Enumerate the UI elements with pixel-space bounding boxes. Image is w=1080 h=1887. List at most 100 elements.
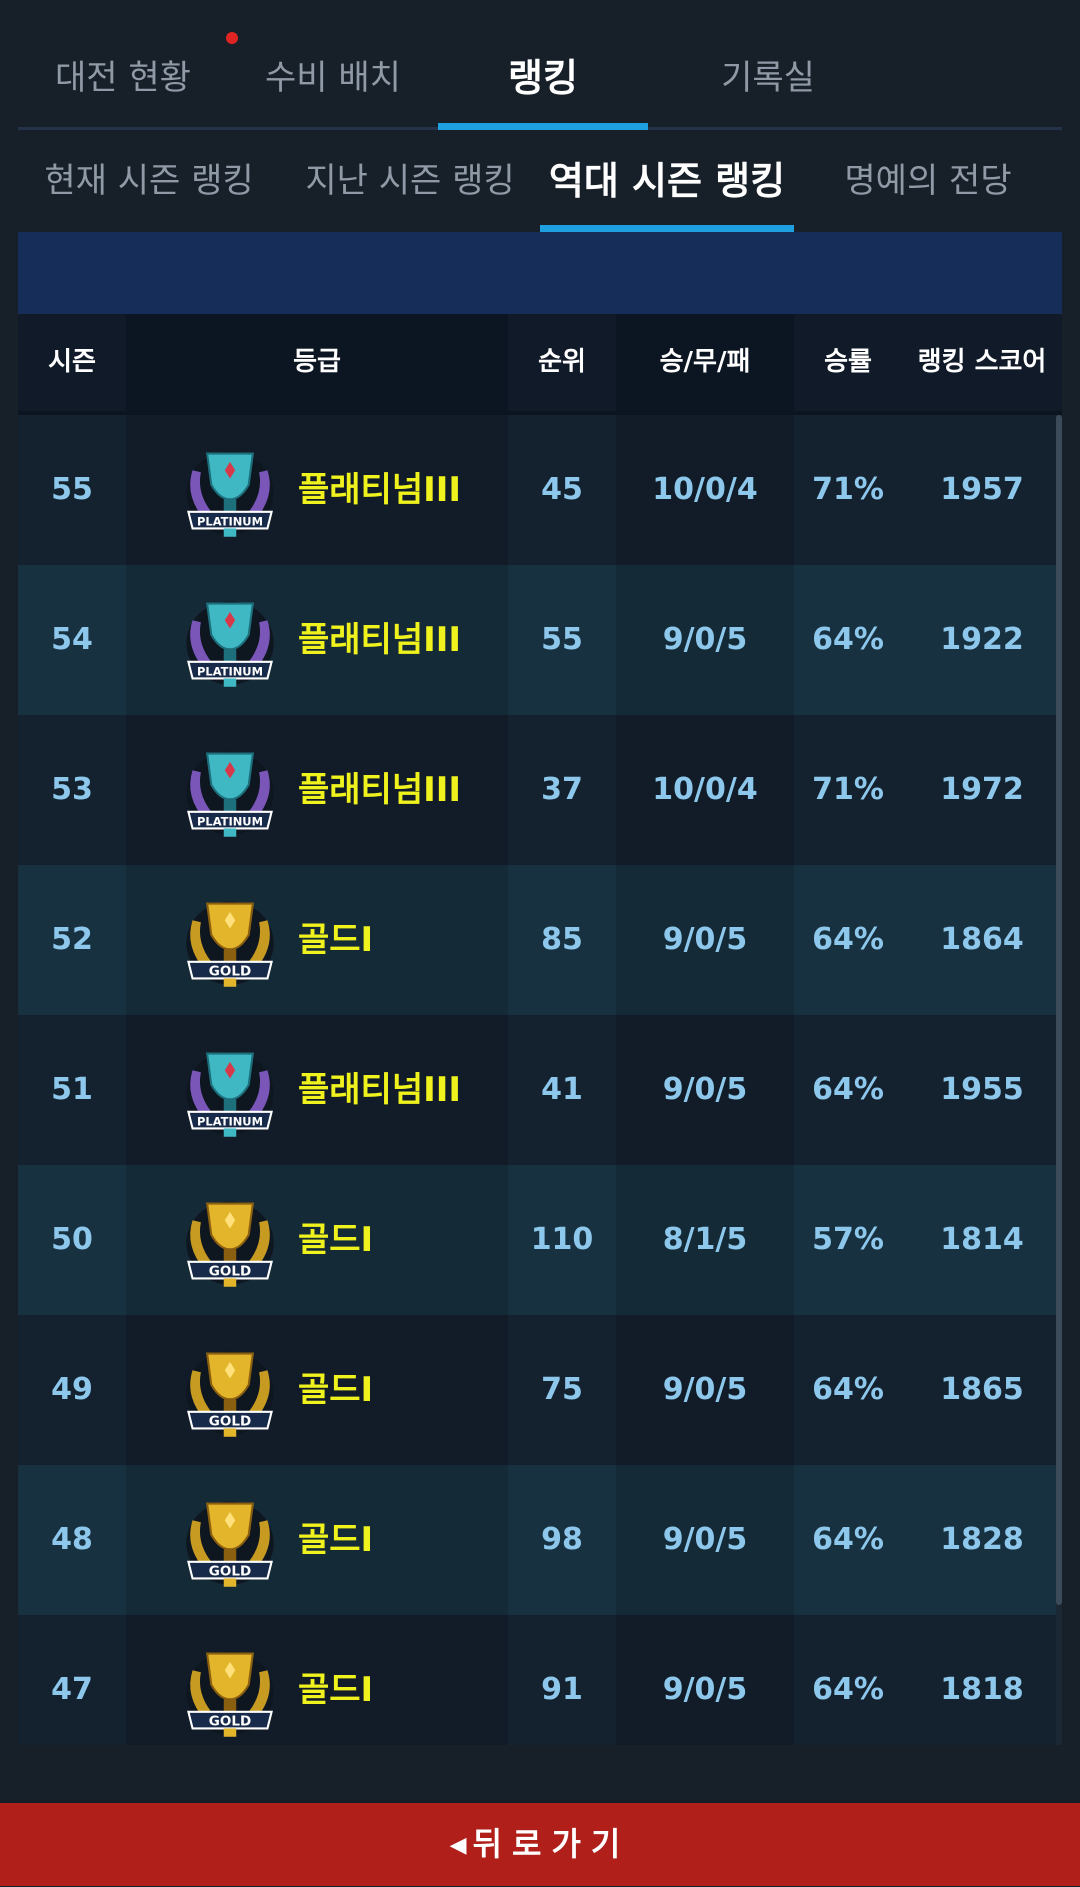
tier-name: 골드I <box>298 1670 374 1710</box>
cell-score: 1972 <box>940 772 1024 807</box>
tier-name: 플래티넘III <box>298 1070 462 1110</box>
header-tier: 등급 <box>126 314 508 411</box>
cell-season: 51 <box>51 1072 93 1107</box>
header-win-rate: 승률 <box>824 347 872 377</box>
tier-name: 플래티넘III <box>298 620 462 660</box>
tab-records[interactable]: 기록실 <box>648 48 888 108</box>
cell-record: 9/0/5 <box>662 1072 748 1107</box>
cell-rank: 98 <box>541 1522 583 1557</box>
cell-tier: GOLD 골드I <box>128 1315 508 1465</box>
table-row: 54 PLATINUM 플래티넘III 55 9/0/5 64% 1922 <box>18 565 1062 715</box>
table-row: 52 GOLD 골드I 85 9/0/5 64% 1864 <box>18 865 1062 1015</box>
header-rank: 순위 <box>538 347 586 377</box>
table-row: 48 GOLD 골드I 98 9/0/5 64% 1828 <box>18 1465 1062 1615</box>
table-header: 시즌 등급 순위 승/무/패 승률 랭킹 스코어 <box>18 314 1062 415</box>
cell-rank: 110 <box>530 1222 594 1257</box>
cell-record: 9/0/5 <box>662 922 748 957</box>
active-tab-indicator <box>438 123 648 130</box>
cell-score: 1865 <box>940 1372 1024 1407</box>
cell-win-rate: 57% <box>812 1222 884 1257</box>
tier-name: 골드I <box>298 1220 374 1260</box>
svg-text:PLATINUM: PLATINUM <box>197 514 263 528</box>
cell-season: 48 <box>51 1522 93 1557</box>
tier-name: 골드I <box>298 920 374 960</box>
table-row: 50 GOLD 골드I 110 8/1/5 57% 1814 <box>18 1165 1062 1315</box>
cell-record: 8/1/5 <box>662 1222 748 1257</box>
cell-record: 9/0/5 <box>662 1672 748 1707</box>
cell-win-rate: 64% <box>812 1072 884 1107</box>
tab-all-seasons[interactable]: 역대 시즌 랭킹 <box>540 140 794 222</box>
cell-season: 52 <box>51 922 93 957</box>
cell-rank: 91 <box>541 1672 583 1707</box>
cell-score: 1922 <box>940 622 1024 657</box>
platinum-emblem-icon: PLATINUM <box>186 1051 274 1137</box>
tier-name: 골드I <box>298 1370 374 1410</box>
cell-rank: 37 <box>541 772 583 807</box>
gold-emblem-icon: GOLD <box>186 901 274 987</box>
cell-score: 1828 <box>940 1522 1024 1557</box>
cell-win-rate: 64% <box>812 922 884 957</box>
gold-emblem-icon: GOLD <box>186 1201 274 1287</box>
svg-text:PLATINUM: PLATINUM <box>197 814 263 828</box>
gold-emblem-icon: GOLD <box>186 1501 274 1587</box>
cell-record: 10/0/4 <box>652 472 758 507</box>
cell-tier: PLATINUM 플래티넘III <box>128 415 508 565</box>
table-row: 49 GOLD 골드I 75 9/0/5 64% 1865 <box>18 1315 1062 1465</box>
sub-tab-bar: 현재 시즌 랭킹 지난 시즌 랭킹 역대 시즌 랭킹 명예의 전당 <box>18 140 1062 232</box>
back-button[interactable]: ◀ 뒤로가기 <box>0 1803 1080 1886</box>
svg-text:GOLD: GOLD <box>209 963 251 979</box>
tab-ranking[interactable]: 랭킹 <box>438 48 648 108</box>
cell-season: 47 <box>51 1672 93 1707</box>
cell-tier: PLATINUM 플래티넘III <box>128 715 508 865</box>
cell-season: 53 <box>51 772 93 807</box>
platinum-emblem-icon: PLATINUM <box>186 601 274 687</box>
cell-win-rate: 64% <box>812 622 884 657</box>
cell-tier: PLATINUM 플래티넘III <box>128 1015 508 1165</box>
platinum-emblem-icon: PLATINUM <box>186 451 274 537</box>
svg-text:GOLD: GOLD <box>209 1263 251 1279</box>
gold-emblem-icon: GOLD <box>186 1651 274 1737</box>
cell-season: 50 <box>51 1222 93 1257</box>
cell-rank: 55 <box>541 622 583 657</box>
banner <box>18 232 1062 314</box>
arrow-left-icon: ◀ <box>449 1833 467 1858</box>
cell-score: 1864 <box>940 922 1024 957</box>
svg-text:PLATINUM: PLATINUM <box>197 664 263 678</box>
scrollbar-thumb[interactable] <box>1056 415 1062 1605</box>
ranking-table: 시즌 등급 순위 승/무/패 승률 랭킹 스코어 <box>18 314 1062 415</box>
cell-record: 9/0/5 <box>662 1372 748 1407</box>
tab-current-season[interactable]: 현재 시즌 랭킹 <box>18 140 280 222</box>
table-row: 55 PLATINUM 플래티넘III 45 10/0/4 71% 1957 <box>18 415 1062 565</box>
cell-record: 9/0/5 <box>662 1522 748 1557</box>
svg-text:PLATINUM: PLATINUM <box>197 1114 263 1128</box>
cell-win-rate: 71% <box>812 772 884 807</box>
header-season: 시즌 <box>48 347 96 377</box>
platinum-emblem-icon: PLATINUM <box>186 751 274 837</box>
cell-season: 54 <box>51 622 93 657</box>
cell-score: 1955 <box>940 1072 1024 1107</box>
cell-rank: 85 <box>541 922 583 957</box>
cell-win-rate: 64% <box>812 1522 884 1557</box>
table-row: 51 PLATINUM 플래티넘III 41 9/0/5 64% 1955 <box>18 1015 1062 1165</box>
tier-name: 플래티넘III <box>298 470 462 510</box>
svg-text:GOLD: GOLD <box>209 1563 251 1579</box>
cell-record: 9/0/5 <box>662 622 748 657</box>
svg-text:GOLD: GOLD <box>209 1713 251 1729</box>
back-button-label: 뒤로가기 <box>472 1825 631 1863</box>
cell-tier: GOLD 골드I <box>128 1165 508 1315</box>
cell-rank: 75 <box>541 1372 583 1407</box>
tab-hall-of-fame[interactable]: 명예의 전당 <box>794 140 1062 222</box>
table-row: 53 PLATINUM 플래티넘III 37 10/0/4 71% 1972 <box>18 715 1062 865</box>
cell-rank: 45 <box>541 472 583 507</box>
cell-win-rate: 64% <box>812 1672 884 1707</box>
table-body[interactable]: 55 PLATINUM 플래티넘III 45 10/0/4 71% 1957 54 PLATIN… <box>18 415 1062 1745</box>
svg-text:GOLD: GOLD <box>209 1413 251 1429</box>
cell-tier: GOLD 골드I <box>128 1465 508 1615</box>
tab-last-season[interactable]: 지난 시즌 랭킹 <box>280 140 540 222</box>
tab-defense-setup[interactable]: 수비 배치 <box>228 48 438 108</box>
cell-record: 10/0/4 <box>652 772 758 807</box>
cell-score: 1814 <box>940 1222 1024 1257</box>
cell-season: 49 <box>51 1372 93 1407</box>
tab-battle-status[interactable]: 대전 현황 <box>18 48 228 108</box>
cell-score: 1818 <box>940 1672 1024 1707</box>
